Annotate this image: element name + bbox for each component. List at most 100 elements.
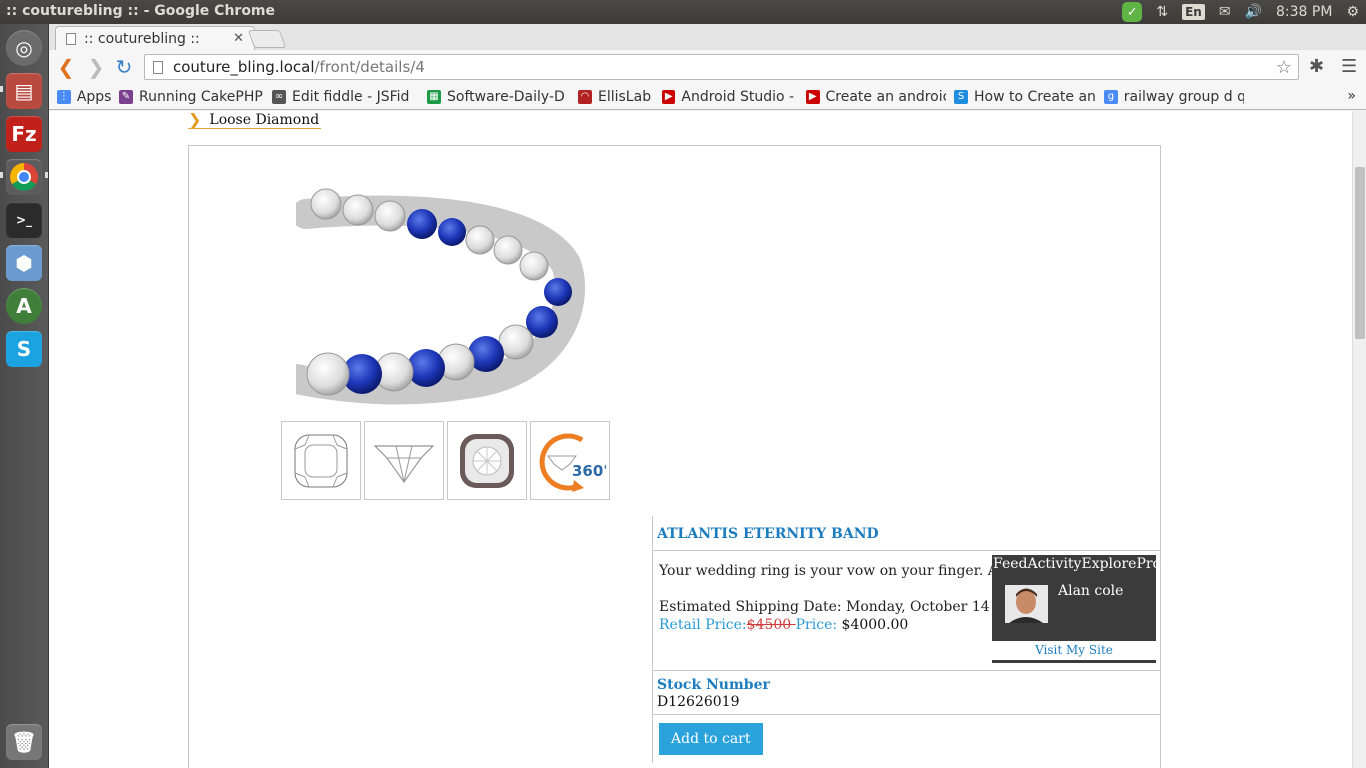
network-icon[interactable]: ⇅ xyxy=(1149,0,1175,24)
bookmark-star-icon[interactable]: ☆ xyxy=(1276,57,1292,78)
skype-icon[interactable]: S xyxy=(6,331,42,367)
back-icon[interactable]: ❮ xyxy=(55,55,77,79)
bookmark-item[interactable]: ✎ Running CakePHP xyxy=(119,89,264,105)
page-icon xyxy=(153,60,163,74)
address-bar[interactable]: couture_bling.local/front/details/4 ☆ xyxy=(144,54,1299,80)
keyboard-layout-indicator[interactable]: En xyxy=(1175,0,1212,24)
bookmark-item[interactable]: ◠ EllisLab xyxy=(578,89,654,105)
sheets-icon: ▦ xyxy=(427,89,441,104)
google-icon: g xyxy=(1104,89,1118,104)
youtube-icon: ▶ xyxy=(662,89,676,104)
dash-home-icon[interactable]: ◎ xyxy=(6,30,42,66)
terminal-icon[interactable]: >_ xyxy=(6,202,42,238)
clock[interactable]: 8:38 PM xyxy=(1269,0,1339,24)
bookmark-label: Software-Daily-D xyxy=(447,88,565,105)
os-top-panel: :: couturebling :: - Google Chrome ✓ ⇅ E… xyxy=(0,0,1366,24)
new-tab-button[interactable] xyxy=(247,30,287,48)
bookmarks-overflow-icon[interactable]: » xyxy=(1347,88,1356,104)
product-description: Your wedding ring is your vow on your fi… xyxy=(659,563,1041,579)
mail-icon[interactable]: ✉ xyxy=(1212,0,1238,24)
retail-price: $4500 xyxy=(746,617,796,633)
bookmark-label: railway group d q xyxy=(1123,88,1244,105)
ellislab-icon: ◠ xyxy=(578,89,592,104)
virtualbox-icon[interactable]: ⬢ xyxy=(6,245,42,281)
thumb-360-label: 360° xyxy=(572,462,606,480)
volume-icon[interactable]: 🔊 xyxy=(1238,0,1269,24)
breadcrumb-label: Loose Diamond xyxy=(209,111,320,128)
bookmark-label: Apps xyxy=(76,88,111,105)
profile-name: Alan cole xyxy=(1058,583,1124,599)
browser-toolbar: ❮ ❯ ↻ couture_bling.local/front/details/… xyxy=(49,50,1366,84)
reload-icon[interactable]: ↻ xyxy=(113,55,135,79)
product-title: ATLANTIS ETERNITY BAND xyxy=(653,516,1161,551)
menu-icon[interactable]: ☰ xyxy=(1341,56,1357,77)
visit-my-site-link[interactable]: Visit My Site xyxy=(992,643,1156,657)
cart-row: Add to cart xyxy=(653,715,1161,763)
url-host: couture_bling.local xyxy=(173,58,315,76)
bookmark-item[interactable]: ∞ Edit fiddle - JSFid xyxy=(272,89,419,105)
stock-number-label: Stock Number xyxy=(657,677,770,693)
stock-number-value: D12626019 xyxy=(657,694,740,710)
jsfiddle-icon: ∞ xyxy=(272,89,286,104)
bookmark-label: Android Studio - / xyxy=(681,88,798,105)
thumb-side-profile[interactable] xyxy=(364,421,444,500)
close-icon[interactable]: ✕ xyxy=(233,31,244,46)
retail-price-label: Retail Price: xyxy=(659,617,747,633)
chrome-icon[interactable] xyxy=(6,159,42,195)
forward-icon[interactable]: ❯ xyxy=(85,55,107,79)
url-path: /front/details/4 xyxy=(314,58,425,76)
extension-icon[interactable]: ✱ xyxy=(1309,56,1324,77)
tab-feed[interactable]: Feed xyxy=(993,556,1027,572)
product-main-image[interactable] xyxy=(296,174,590,414)
page-icon xyxy=(66,32,76,45)
bookmark-label: How to Create an xyxy=(974,88,1096,105)
bookmark-item[interactable]: ▶ Android Studio - / xyxy=(662,89,798,105)
tab-profile[interactable]: Profile xyxy=(1136,556,1183,572)
bookmark-label: Create an androic xyxy=(825,88,946,105)
tab-explore[interactable]: Explore xyxy=(1081,556,1136,572)
bookmark-item[interactable]: ▦ Software-Daily-D xyxy=(427,89,570,105)
apps-icon: ⋮ xyxy=(57,89,71,104)
profile-widget: Feed Activity Explore Profile Alan cole xyxy=(992,555,1183,641)
thumb-360-view[interactable]: 360° xyxy=(530,421,610,500)
bookmark-item[interactable]: ▶ Create an androic xyxy=(806,89,946,105)
thumb-diamond-photo[interactable] xyxy=(447,421,527,500)
avatar[interactable] xyxy=(1005,585,1048,623)
active-indicator xyxy=(45,172,48,178)
gear-icon[interactable]: ⚙ xyxy=(1339,0,1366,24)
language-label: En xyxy=(1182,4,1205,20)
trash-icon[interactable]: 🗑 xyxy=(6,724,42,760)
price-value: $4000.00 xyxy=(841,617,909,633)
price-line: Retail Price:$4500 Price: $4000.00 xyxy=(659,617,908,633)
breadcrumb[interactable]: ❯ Loose Diamond xyxy=(188,111,322,129)
scrollbar-thumb[interactable] xyxy=(1355,167,1365,339)
file-manager-icon[interactable]: ▤ xyxy=(6,73,42,109)
bookmark-label: EllisLab xyxy=(598,88,652,105)
stock-row: Stock Number D12626019 xyxy=(653,671,1161,715)
running-indicator xyxy=(0,86,3,92)
product-info-row: Your wedding ring is your vow on your fi… xyxy=(653,551,1183,671)
tab-activity[interactable]: Activity xyxy=(1027,556,1081,572)
profile-tabs: Feed Activity Explore Profile xyxy=(992,555,1183,572)
update-indicator[interactable]: ✓ xyxy=(1115,0,1149,24)
page-scrollbar[interactable] xyxy=(1352,111,1366,768)
software-updater-icon[interactable]: A xyxy=(6,288,42,324)
bookmark-label: Edit fiddle - JSFid xyxy=(292,88,410,105)
browser-tab[interactable]: :: couturebling :: ✕ xyxy=(55,26,255,50)
page-viewport: ❯ Loose Diamond 360 ATLANTIS ETERNITY BA… xyxy=(49,111,1366,768)
divider xyxy=(992,660,1156,663)
window-title: :: couturebling :: - Google Chrome xyxy=(6,3,276,19)
thumb-cushion-top-view[interactable] xyxy=(281,421,361,500)
browser-window: :: couturebling :: ✕ ❮ ❯ ↻ couture_bling… xyxy=(49,24,1366,768)
product-panel: 360° ATLANTIS ETERNITY BAND Your wedding… xyxy=(188,145,1183,768)
system-tray: ✓ ⇅ En ✉ 🔊 8:38 PM ⚙ xyxy=(1115,0,1366,24)
running-indicator xyxy=(0,172,3,178)
add-to-cart-button[interactable]: Add to cart xyxy=(659,723,763,755)
bookmark-item[interactable]: S How to Create an xyxy=(954,89,1096,105)
youtube-icon: ▶ xyxy=(806,89,820,104)
thumbnail-strip: 360° xyxy=(281,421,610,500)
bookmark-label: Running CakePHP xyxy=(139,88,263,105)
bookmark-item[interactable]: ⋮ Apps xyxy=(57,89,111,105)
bookmark-item[interactable]: g railway group d q xyxy=(1104,89,1244,105)
filezilla-icon[interactable]: Fz xyxy=(6,116,42,152)
